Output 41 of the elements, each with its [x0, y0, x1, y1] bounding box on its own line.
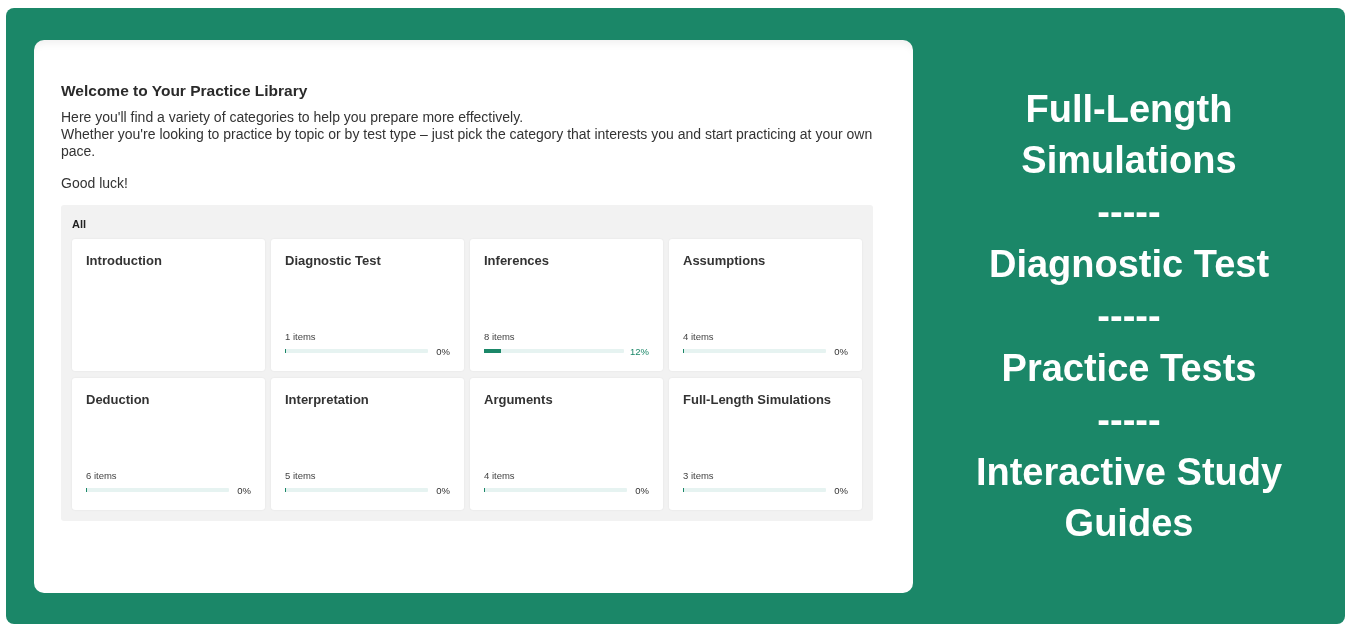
- category-card[interactable]: Interpretation 5 items 0%: [271, 377, 464, 510]
- item-count: 3 items: [683, 469, 715, 481]
- intro-paragraph: Here you'll find a variety of categories to help you prepare more effectively. Whether you're looking to practice by topic or by test type – just pick the category that interests you and start practicing at your own pace.: [61, 108, 873, 160]
- item-count: 4 items: [683, 330, 715, 342]
- item-count: 1 items: [285, 330, 317, 342]
- item-count: 8 items: [484, 330, 516, 342]
- progress-percent: 0%: [236, 484, 251, 496]
- dash-separator: -----: [1097, 397, 1161, 443]
- progress-percent: 0%: [833, 345, 848, 357]
- category-card[interactable]: Arguments 4 items 0%: [470, 377, 663, 510]
- dash-separator: -----: [1097, 293, 1161, 339]
- promo-heading: Full-Length Simulations: [1020, 86, 1238, 183]
- category-title: Inferences: [484, 252, 551, 268]
- item-count: 6 items: [86, 469, 118, 481]
- category-card[interactable]: Deduction 6 items 0%: [72, 377, 265, 510]
- item-count: 4 items: [484, 469, 516, 481]
- category-card[interactable]: Diagnostic Test 1 items 0%: [271, 238, 464, 371]
- progress-percent: 0%: [634, 484, 649, 496]
- promo-heading: Diagnostic Test: [987, 241, 1271, 287]
- promo-heading: Practice Tests: [1000, 345, 1258, 391]
- filter-label: All: [72, 217, 88, 230]
- category-card[interactable]: Introduction: [72, 238, 265, 371]
- category-title: Arguments: [484, 391, 554, 407]
- promo-heading: Interactive Study Guides: [974, 449, 1284, 546]
- progress-percent: 12%: [630, 345, 649, 357]
- category-title: Deduction: [86, 391, 151, 407]
- category-title: Interpretation: [285, 391, 370, 407]
- progress-percent: 0%: [435, 345, 450, 357]
- category-title: Assumptions: [683, 252, 767, 268]
- progress-percent: 0%: [435, 484, 450, 496]
- progress-percent: 0%: [833, 484, 848, 496]
- category-title: Diagnostic Test: [285, 252, 382, 268]
- category-card[interactable]: Full-Length Simulations 3 items 0%: [669, 377, 862, 510]
- category-title: Introduction: [86, 252, 163, 268]
- item-count: 5 items: [285, 469, 317, 481]
- closing-text: Good luck!: [61, 174, 129, 191]
- category-card[interactable]: Assumptions 4 items 0%: [669, 238, 862, 371]
- library-title: Welcome to Your Practice Library: [61, 81, 309, 100]
- category-card[interactable]: Inferences 8 items 12%: [470, 238, 663, 371]
- dash-separator: -----: [1097, 189, 1161, 235]
- category-title: Full-Length Simulations: [683, 391, 833, 407]
